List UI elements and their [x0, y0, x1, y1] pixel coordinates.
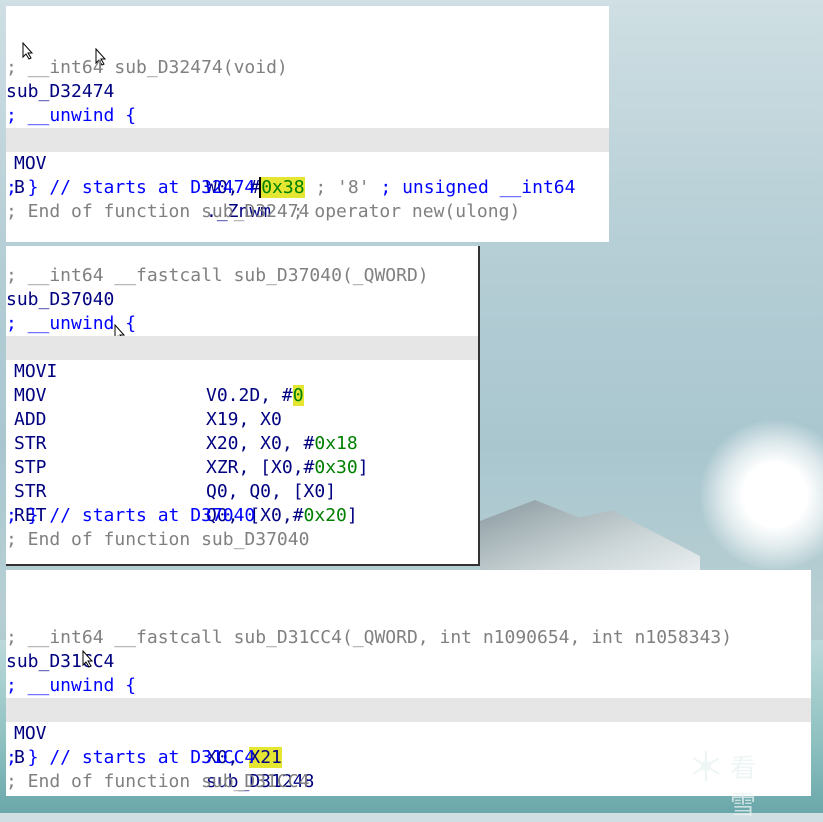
- starts-at-comment: ; } // starts at D37040: [6, 505, 256, 526]
- instruction-row[interactable]: B sub_D31248: [6, 722, 811, 792]
- instruction-row[interactable]: MOVI V0.2D, #0: [6, 336, 478, 406]
- function-signature-comment: ; __int64 __fastcall sub_D37040(_QWORD): [6, 265, 429, 286]
- snowflake-icon: [692, 751, 720, 781]
- code-panel-sub-D37040: ; __int64 __fastcall sub_D37040(_QWORD) …: [6, 246, 480, 566]
- background-mountain: [480, 500, 700, 570]
- instruction-row[interactable]: RET: [6, 480, 478, 526]
- function-label[interactable]: sub_D31CC4: [6, 650, 811, 674]
- mouse-pointer-icon: [82, 650, 94, 668]
- function-label[interactable]: sub_D32474: [6, 80, 609, 104]
- unwind-comment: ; __unwind {: [6, 313, 137, 334]
- code-panel-sub-D32474: ; __int64 sub_D32474(void) sub_D32474 ; …: [6, 6, 609, 242]
- unwind-comment: ; __unwind {: [6, 675, 137, 696]
- starts-at-comment: ; } // starts at D32474: [6, 177, 256, 198]
- instruction-row[interactable]: MOV X0, X21: [6, 698, 811, 768]
- instruction-row[interactable]: B ._Znwm ; operator new(ulong): [6, 152, 609, 222]
- function-signature-comment: ; __int64 sub_D32474(void): [6, 57, 288, 78]
- unwind-comment: ; __unwind {: [6, 105, 137, 126]
- watermark-text: 看雪: [730, 754, 759, 821]
- instruction-row[interactable]: MOV X19, X0: [6, 360, 478, 430]
- end-of-function-comment: ; End of function sub_D37040: [6, 529, 310, 550]
- function-label[interactable]: sub_D37040: [6, 288, 478, 312]
- background-sun: [700, 420, 823, 570]
- instruction-row[interactable]: STR XZR, [X0,#0x30]: [6, 408, 478, 478]
- function-signature-comment: ; __int64 __fastcall sub_D31CC4(_QWORD, …: [6, 627, 733, 648]
- end-of-function-comment: ; End of function sub_D32474: [6, 201, 310, 222]
- instruction-row[interactable]: ADD X20, X0, #0x18: [6, 384, 478, 454]
- instruction-row[interactable]: STP Q0, Q0, [X0]: [6, 432, 478, 502]
- instruction-row[interactable]: MOV W0, #0x38 ; '8' ; unsigned __int64: [6, 128, 609, 198]
- instruction-row[interactable]: STR Q0, [X0,#0x20]: [6, 456, 478, 526]
